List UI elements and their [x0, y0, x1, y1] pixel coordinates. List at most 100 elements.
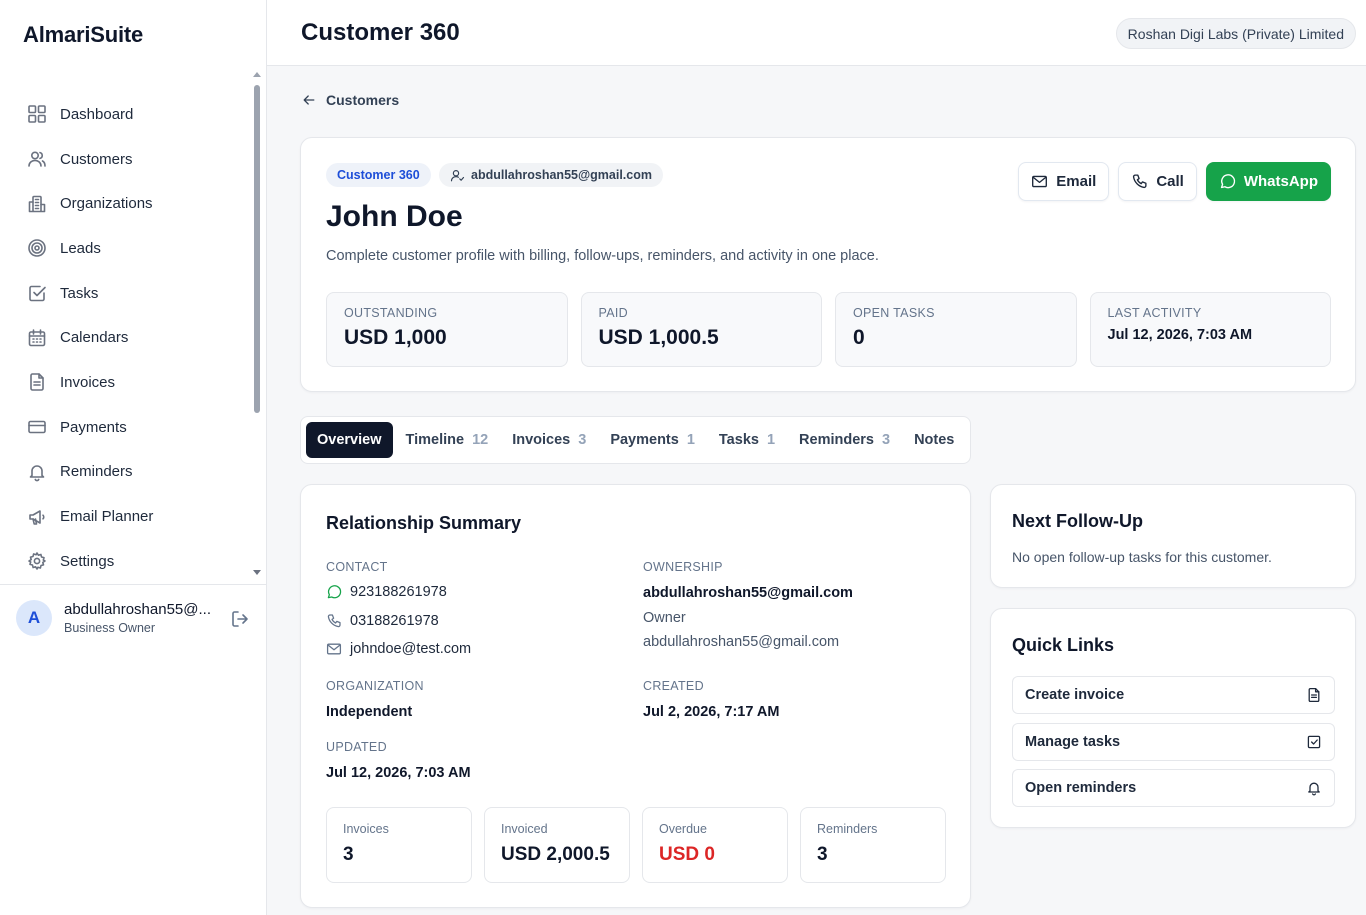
stat-label: PAID: [598, 306, 628, 320]
owner-role: Owner: [643, 610, 686, 626]
call-button-label: Call: [1156, 173, 1184, 190]
whatsapp-icon: [1219, 173, 1236, 190]
sidebar-item-invoices[interactable]: Invoices: [0, 360, 250, 405]
mini-stat-value: USD 2,000.5: [501, 844, 610, 865]
sidebar-item-label: Organizations: [60, 195, 153, 213]
sidebar-item-reminders[interactable]: Reminders: [0, 450, 250, 495]
sidebar-item-label: Reminders: [60, 463, 133, 481]
phone-icon: [326, 613, 342, 629]
summary-stat-reminders: Reminders 3: [800, 807, 946, 883]
stat-value: Jul 12, 2026, 7:03 AM: [1107, 327, 1253, 343]
bell-icon: [27, 462, 47, 482]
contact-email[interactable]: johndoe@test.com: [326, 641, 471, 657]
check-square-icon: [1306, 734, 1322, 750]
contact-phone-number: 03188261978: [350, 613, 439, 629]
sidebar-item-label: Invoices: [60, 373, 116, 391]
sidebar-scrollbar[interactable]: [252, 70, 262, 580]
quick-link-open-reminders[interactable]: Open reminders: [1012, 769, 1335, 807]
owner-email-secondary: abdullahroshan55@gmail.com: [643, 634, 840, 650]
tab-reminders[interactable]: Reminders 3: [788, 422, 901, 458]
sidebar-item-email-planner[interactable]: Email Planner: [0, 494, 250, 539]
created-value: Jul 2, 2026, 7:17 AM: [643, 704, 780, 720]
tab-payments[interactable]: Payments 1: [599, 422, 706, 458]
owner-chip-email: abdullahroshan55@gmail.com: [471, 168, 652, 182]
tab-timeline[interactable]: Timeline 12: [395, 422, 500, 458]
organization-switcher[interactable]: Roshan Digi Labs (Private) Limited: [1115, 18, 1356, 49]
summary-stat-invoiced: Invoiced USD 2,000.5: [484, 807, 630, 883]
scrollbar-thumb[interactable]: [254, 85, 260, 413]
stat-label: LAST ACTIVITY: [1107, 306, 1202, 320]
customer-header-card: Customer 360 abdullahroshan55@gmail.com …: [300, 137, 1356, 392]
target-icon: [27, 238, 47, 258]
stat-value: USD 1,000: [344, 326, 447, 349]
sidebar-item-tasks[interactable]: Tasks: [0, 271, 250, 316]
quick-link-manage-tasks[interactable]: Manage tasks: [1012, 723, 1335, 761]
email-button[interactable]: Email: [1018, 162, 1110, 201]
mail-icon: [1031, 173, 1048, 190]
sidebar-item-organizations[interactable]: Organizations: [0, 181, 250, 226]
customer-tabs: Overview Timeline 12 Invoices 3 Payments…: [300, 416, 972, 464]
sidebar-nav: Dashboard Customers Organizations Leads …: [0, 92, 250, 584]
ownership-label: OWNERSHIP: [643, 560, 723, 574]
users-icon: [27, 149, 47, 169]
sidebar-item-label: Payments: [60, 418, 127, 436]
arrow-left-icon: [301, 92, 317, 108]
card-title: Relationship Summary: [326, 513, 522, 533]
contact-actions: Email Call WhatsApp: [1018, 162, 1331, 201]
scroll-down-arrow-icon[interactable]: [253, 570, 261, 575]
quick-link-create-invoice[interactable]: Create invoice: [1012, 676, 1335, 714]
tab-count: 3: [578, 432, 587, 448]
contact-whatsapp[interactable]: 923188261978: [326, 584, 447, 600]
tab-notes[interactable]: Notes: [903, 422, 965, 458]
contact-label: CONTACT: [326, 560, 388, 574]
stat-value: USD 1,000.5: [598, 326, 719, 349]
relationship-summary-card: Relationship Summary CONTACT 92318826197…: [300, 484, 971, 908]
contact-whatsapp-number: 923188261978: [350, 584, 447, 600]
sidebar-item-label: Leads: [60, 239, 101, 257]
tab-label: Tasks: [718, 432, 759, 448]
whatsapp-icon: [326, 584, 342, 600]
whatsapp-button[interactable]: WhatsApp: [1205, 162, 1331, 201]
tab-count: 1: [766, 432, 776, 448]
customer-360-chip: Customer 360: [326, 163, 431, 187]
sidebar-item-customers[interactable]: Customers: [0, 137, 250, 182]
back-link-label: Customers: [326, 92, 400, 108]
sidebar-item-payments[interactable]: Payments: [0, 405, 250, 450]
brand-logo[interactable]: AlmariSuite: [23, 22, 143, 48]
call-button[interactable]: Call: [1118, 162, 1197, 201]
logout-icon[interactable]: [230, 609, 250, 629]
tab-label: Notes: [914, 432, 955, 448]
follow-up-empty-text: No open follow-up tasks for this custome…: [1012, 549, 1272, 565]
quick-link-label: Manage tasks: [1025, 734, 1121, 750]
tab-count: 12: [472, 432, 489, 448]
summary-stats: Invoices 3 Invoiced USD 2,000.5 Overdue …: [326, 807, 946, 883]
back-to-customers-link[interactable]: Customers: [301, 92, 399, 108]
tab-label: Invoices: [512, 432, 571, 448]
user-profile[interactable]: A abdullahroshan55@... Business Owner: [16, 600, 256, 636]
sidebar-item-leads[interactable]: Leads: [0, 226, 250, 271]
card-icon: [27, 417, 47, 437]
updated-value: Jul 12, 2026, 7:03 AM: [326, 765, 471, 781]
stat-open-tasks: OPEN TASKS 0: [835, 292, 1077, 367]
sidebar-item-dashboard[interactable]: Dashboard: [0, 92, 250, 137]
stat-paid: PAID USD 1,000.5: [580, 292, 822, 367]
grid-icon: [27, 104, 47, 124]
stat-last-activity: LAST ACTIVITY Jul 12, 2026, 7:03 AM: [1089, 292, 1331, 367]
contact-phone[interactable]: 03188261978: [326, 613, 439, 629]
scroll-up-arrow-icon[interactable]: [253, 72, 261, 77]
organization-value: Independent: [326, 704, 413, 720]
tab-tasks[interactable]: Tasks 1: [708, 422, 786, 458]
tab-count: 1: [686, 432, 695, 448]
sidebar-item-calendars[interactable]: Calendars: [0, 315, 250, 360]
calendar-icon: [27, 328, 47, 348]
tab-count: 3: [881, 432, 891, 448]
customer-description: Complete customer profile with billing, …: [326, 248, 879, 264]
bell-icon: [1306, 780, 1322, 796]
tab-overview[interactable]: Overview: [306, 422, 393, 458]
organization-label: ORGANIZATION: [326, 679, 424, 693]
tab-invoices[interactable]: Invoices 3: [501, 422, 597, 458]
sidebar-item-settings[interactable]: Settings: [0, 539, 250, 584]
card-title: Next Follow-Up: [1012, 511, 1143, 531]
owner-chip: abdullahroshan55@gmail.com: [439, 163, 663, 187]
avatar: A: [16, 600, 52, 636]
